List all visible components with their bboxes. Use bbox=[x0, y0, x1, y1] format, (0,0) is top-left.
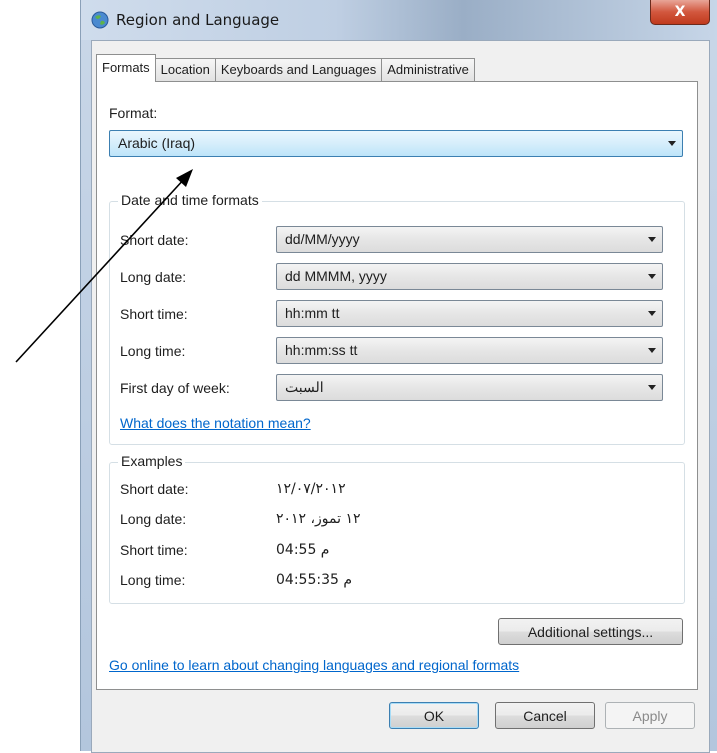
tab-strip: Formats Location Keyboards and Languages… bbox=[96, 54, 475, 82]
chevron-down-icon bbox=[668, 141, 676, 146]
long-time-label: Long time: bbox=[120, 343, 186, 359]
short-time-label: Short time: bbox=[120, 306, 188, 322]
short-time-value: hh:mm tt bbox=[285, 305, 340, 321]
tab-formats[interactable]: Formats bbox=[96, 54, 156, 82]
long-date-label: Long date: bbox=[120, 269, 187, 285]
format-value: Arabic (Iraq) bbox=[118, 135, 196, 151]
window-title: Region and Language bbox=[116, 11, 280, 29]
example-long-date-label: Long date: bbox=[120, 511, 187, 527]
chevron-down-icon bbox=[648, 311, 656, 316]
format-dropdown[interactable]: Arabic (Iraq) bbox=[109, 130, 683, 157]
tab-administrative[interactable]: Administrative bbox=[381, 58, 475, 81]
short-date-label: Short date: bbox=[120, 232, 189, 248]
example-long-time-value: 04:55:35 م bbox=[276, 572, 352, 588]
first-day-of-week-value: السبت bbox=[285, 379, 324, 395]
example-short-time-value: 04:55 م bbox=[276, 542, 330, 558]
example-long-date-value: ١٢ تموز، ٢٠١٢ bbox=[276, 511, 361, 527]
apply-button[interactable]: Apply bbox=[605, 702, 695, 729]
chevron-down-icon bbox=[648, 385, 656, 390]
long-date-dropdown[interactable]: dd MMMM, yyyy bbox=[276, 263, 663, 290]
close-button[interactable]: X bbox=[650, 0, 710, 25]
cancel-button[interactable]: Cancel bbox=[495, 702, 595, 729]
tab-location[interactable]: Location bbox=[154, 58, 216, 81]
example-short-date-value: ١٢/٠٧/٢٠١٢ bbox=[276, 481, 346, 497]
examples-group: Examples Short date: ١٢/٠٧/٢٠١٢ Long dat… bbox=[109, 453, 685, 604]
date-time-formats-group: Date and time formats Short date: dd/MM/… bbox=[109, 192, 685, 445]
chevron-down-icon bbox=[648, 237, 656, 242]
long-time-value: hh:mm:ss tt bbox=[285, 342, 358, 358]
online-help-link[interactable]: Go online to learn about changing langua… bbox=[109, 657, 519, 673]
short-date-value: dd/MM/yyyy bbox=[285, 231, 360, 247]
example-short-date-label: Short date: bbox=[120, 481, 189, 497]
ok-button[interactable]: OK bbox=[389, 702, 479, 729]
tab-keyboards-and-languages[interactable]: Keyboards and Languages bbox=[214, 58, 383, 81]
long-date-value: dd MMMM, yyyy bbox=[285, 268, 387, 284]
title-bar[interactable]: Region and Language X bbox=[81, 0, 717, 40]
examples-group-title: Examples bbox=[118, 453, 186, 469]
additional-settings-button[interactable]: Additional settings... bbox=[498, 618, 683, 645]
dialog-client-area: Formats Location Keyboards and Languages… bbox=[91, 40, 710, 753]
chevron-down-icon bbox=[648, 348, 656, 353]
first-day-of-week-label: First day of week: bbox=[120, 380, 230, 396]
globe-icon bbox=[91, 11, 109, 29]
region-language-window: Region and Language X Formats Location K… bbox=[80, 0, 717, 753]
date-time-group-title: Date and time formats bbox=[118, 192, 262, 208]
notation-help-link[interactable]: What does the notation mean? bbox=[120, 415, 311, 431]
example-short-time-label: Short time: bbox=[120, 542, 188, 558]
formats-panel: Format: Arabic (Iraq) Date and time form… bbox=[96, 81, 698, 690]
long-time-dropdown[interactable]: hh:mm:ss tt bbox=[276, 337, 663, 364]
short-date-dropdown[interactable]: dd/MM/yyyy bbox=[276, 226, 663, 253]
format-label: Format: bbox=[109, 105, 158, 121]
example-long-time-label: Long time: bbox=[120, 572, 186, 588]
first-day-of-week-dropdown[interactable]: السبت bbox=[276, 374, 663, 401]
chevron-down-icon bbox=[648, 274, 656, 279]
short-time-dropdown[interactable]: hh:mm tt bbox=[276, 300, 663, 327]
